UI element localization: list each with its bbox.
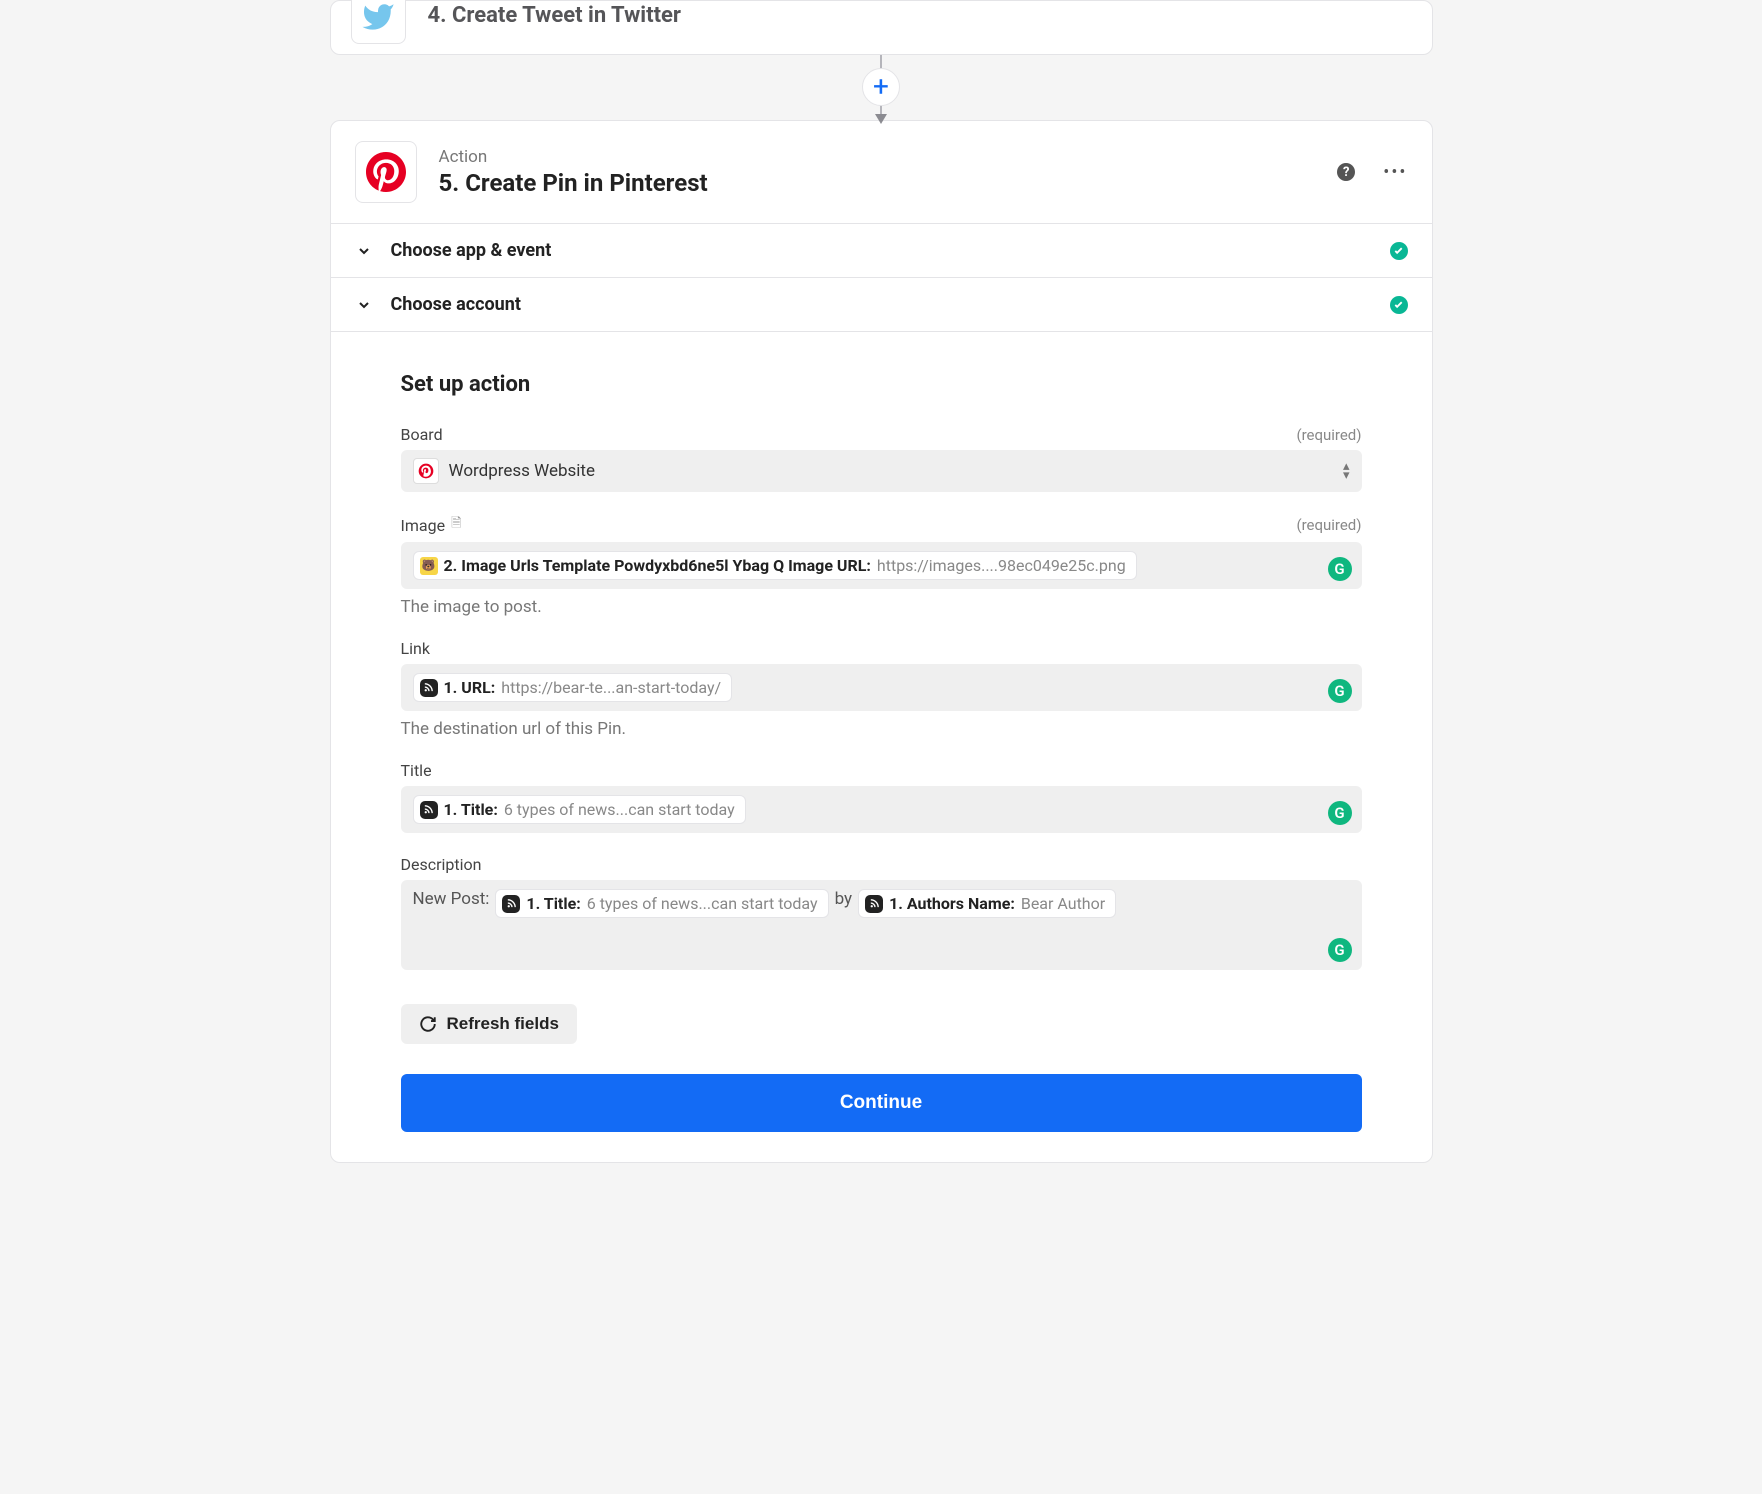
pill-label: 1. Title: [444,800,498,819]
continue-button[interactable]: Continue [401,1074,1362,1132]
field-image: Image 🗎 (required) 🐻 2. Image Urls Templ… [401,514,1362,617]
refresh-fields-button[interactable]: Refresh fields [401,1004,577,1044]
pill-value: https://bear-te...an-start-today/ [501,678,721,697]
refresh-label: Refresh fields [447,1014,559,1034]
chevron-down-icon [355,296,373,314]
step-title: 5. Create Pin in Pinterest [439,169,1338,197]
bannerbear-icon: 🐻 [420,557,438,575]
field-label-board: Board [401,425,443,444]
description-title-pill[interactable]: 1. Title: 6 types of news...can start to… [495,889,828,918]
field-label-description: Description [401,855,482,874]
field-label-link: Link [401,639,430,658]
grammarly-icon[interactable]: G [1328,801,1352,825]
pill-label: 1. Title: [526,894,580,913]
field-board: Board (required) Wordpress Website ▴▾ [401,425,1362,492]
description-input[interactable]: New Post: 1. Title: 6 types of news...ca… [401,880,1362,970]
pill-label: 2. Image Urls Template Powdyxbd6ne5l Yba… [444,556,871,575]
setup-action-title: Set up action [401,372,1362,397]
link-pill[interactable]: 1. URL: https://bear-te...an-start-today… [413,673,733,702]
check-icon [1390,296,1408,314]
pill-value: Bear Author [1021,894,1105,913]
field-label-image: Image [401,516,446,535]
description-prefix: New Post: [413,889,490,909]
link-help: The destination url of this Pin. [401,719,1362,739]
help-icon[interactable]: ? [1337,163,1355,181]
section-setup-action: Set up action Board (required) Wordpress… [331,331,1432,1162]
link-input[interactable]: 1. URL: https://bear-te...an-start-today… [401,664,1362,711]
more-icon[interactable]: ••• [1383,162,1407,183]
rss-icon [420,801,438,819]
field-label-title: Title [401,761,432,780]
pill-label: 1. Authors Name: [889,894,1015,913]
rss-icon [420,679,438,697]
add-step-button[interactable]: + [862,68,900,106]
title-input[interactable]: 1. Title: 6 types of news...can start to… [401,786,1362,833]
field-link: Link 1. URL: https://bear-te...an-start-… [401,639,1362,739]
twitter-icon [351,0,406,44]
image-help: The image to post. [401,597,1362,617]
board-select[interactable]: Wordpress Website ▴▾ [401,450,1362,492]
description-mid: by [835,889,853,909]
pill-value: 6 types of news...can start today [504,800,735,819]
rss-icon [502,895,520,913]
field-required: (required) [1296,516,1361,534]
chevron-down-icon [355,242,373,260]
field-description: Description New Post: 1. Title: 6 types … [401,855,1362,970]
board-value: Wordpress Website [449,461,1343,481]
grammarly-icon[interactable]: G [1328,938,1352,962]
image-pill[interactable]: 🐻 2. Image Urls Template Powdyxbd6ne5l Y… [413,551,1137,580]
section-choose-account[interactable]: Choose account [331,277,1432,331]
step-card: Action 5. Create Pin in Pinterest ? ••• … [330,120,1433,1163]
pill-label: 1. URL: [444,678,496,697]
pill-value: 6 types of news...can start today [587,894,818,913]
previous-step-card[interactable]: 4. Create Tweet in Twitter [330,0,1433,55]
pinterest-icon [355,141,417,203]
refresh-icon [419,1015,437,1033]
pinterest-mini-icon [413,458,439,484]
image-input[interactable]: 🐻 2. Image Urls Template Powdyxbd6ne5l Y… [401,542,1362,589]
step-connector: + [278,55,1485,120]
pill-value: https://images....98ec049e25c.png [877,556,1126,575]
rss-icon [865,895,883,913]
section-choose-app-event[interactable]: Choose app & event [331,223,1432,277]
grammarly-icon[interactable]: G [1328,679,1352,703]
previous-step-title: 4. Create Tweet in Twitter [428,3,681,28]
check-icon [1390,242,1408,260]
grammarly-icon[interactable]: G [1328,557,1352,581]
step-header: Action 5. Create Pin in Pinterest ? ••• [331,121,1432,223]
description-author-pill[interactable]: 1. Authors Name: Bear Author [858,889,1116,918]
arrow-down-icon [875,114,887,124]
section-title: Choose app & event [391,240,1390,261]
section-title: Choose account [391,294,1390,315]
plus-icon: + [873,73,889,101]
select-arrows-icon: ▴▾ [1343,462,1350,480]
step-subtitle: Action [439,147,1338,167]
field-title: Title 1. Title: 6 types of news...can st… [401,761,1362,833]
title-pill[interactable]: 1. Title: 6 types of news...can start to… [413,795,746,824]
field-required: (required) [1296,426,1361,444]
doc-icon: 🗎 [451,514,461,536]
